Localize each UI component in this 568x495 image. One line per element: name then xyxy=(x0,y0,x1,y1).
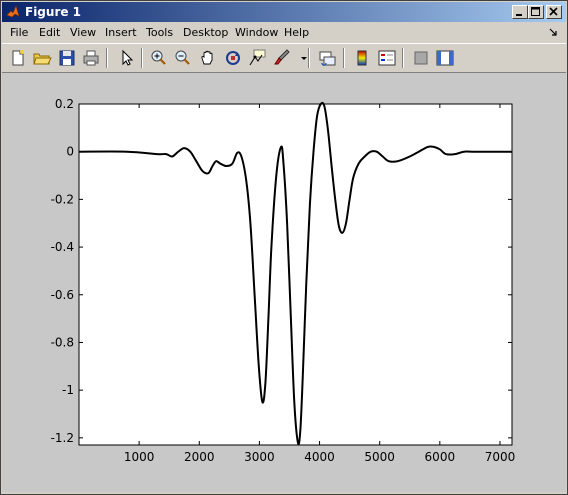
dock-arrow-icon[interactable] xyxy=(548,27,558,37)
data-cursor-icon xyxy=(249,49,266,66)
brush-button[interactable] xyxy=(272,48,292,68)
brush-icon xyxy=(274,49,290,65)
toolbar-separator xyxy=(402,48,404,68)
y-tick-label: 0.2 xyxy=(55,97,74,111)
menu-desktop[interactable]: Desktop xyxy=(183,26,228,39)
plot-svg: 1000 2000 3000 4000 5000 6000 7000 0.2 0 -0.2 -0.4… xyxy=(51,97,516,464)
close-button[interactable] xyxy=(546,5,562,19)
show-plot-tools-icon xyxy=(436,50,454,66)
pan-hand-icon xyxy=(201,50,213,65)
menu-help[interactable]: Help xyxy=(284,26,309,39)
show-plot-tools-button[interactable] xyxy=(435,48,455,68)
rotate-3d-icon xyxy=(226,51,240,65)
maximize-button[interactable] xyxy=(528,5,544,19)
colorbar-icon xyxy=(357,50,367,66)
maximize-icon xyxy=(531,7,540,16)
toolbar-separator xyxy=(141,48,143,68)
new-figure-icon xyxy=(12,50,24,66)
x-tick-label: 7000 xyxy=(485,450,516,464)
zoom-out-icon xyxy=(175,50,190,65)
y-tick-label: -0.4 xyxy=(51,240,74,254)
menu-tools[interactable]: Tools xyxy=(146,26,173,39)
menu-bar: File Edit View Insert Tools Desktop Wind… xyxy=(2,23,566,43)
zoom-in-button[interactable] xyxy=(149,48,169,68)
data-cursor-button[interactable] xyxy=(247,48,267,68)
print-button[interactable] xyxy=(81,48,101,68)
pointer-button[interactable] xyxy=(116,48,136,68)
figure-window: Figure 1 File Edit View Insert Tools Des… xyxy=(0,0,568,495)
window-title: Figure 1 xyxy=(25,5,82,19)
x-tick-label: 5000 xyxy=(364,450,395,464)
y-tick-label: -0.6 xyxy=(51,288,74,302)
x-tick-label: 6000 xyxy=(425,450,456,464)
matlab-logo-icon xyxy=(6,5,20,18)
rotate-3d-button[interactable] xyxy=(223,48,243,68)
y-tick-label: -1.2 xyxy=(51,431,74,445)
toolbar-separator xyxy=(308,48,310,68)
pointer-icon xyxy=(122,49,134,66)
menu-window[interactable]: Window xyxy=(235,26,278,39)
colorbar-button[interactable] xyxy=(352,48,372,68)
menu-view[interactable]: View xyxy=(70,26,96,39)
minimize-icon xyxy=(516,14,522,16)
minimize-button[interactable] xyxy=(512,5,528,19)
brush-dropdown[interactable] xyxy=(294,48,307,68)
legend-button[interactable] xyxy=(377,48,397,68)
menu-edit[interactable]: Edit xyxy=(39,26,60,39)
legend-icon xyxy=(378,50,396,66)
menu-file[interactable]: File xyxy=(10,26,28,39)
x-tick-label: 3000 xyxy=(244,450,275,464)
y-tick-label: -0.8 xyxy=(51,335,74,349)
open-file-button[interactable] xyxy=(32,48,52,68)
save-icon xyxy=(59,50,75,66)
close-icon xyxy=(549,7,558,16)
figure-canvas: 1000 2000 3000 4000 5000 6000 7000 0.2 0 -0.2 -0.4… xyxy=(2,73,566,492)
hide-plot-tools-icon xyxy=(414,51,428,65)
y-tick-label: -1 xyxy=(62,383,74,397)
y-tick-label: 0 xyxy=(66,145,74,159)
x-tick-label: 1000 xyxy=(124,450,155,464)
link-plot-button[interactable] xyxy=(317,48,337,68)
open-file-icon xyxy=(33,53,52,65)
link-plot-icon xyxy=(319,51,336,66)
menu-insert[interactable]: Insert xyxy=(105,26,137,39)
y-tick-label: -0.2 xyxy=(51,192,74,206)
figure-toolbar xyxy=(2,43,566,73)
chevron-down-icon xyxy=(301,57,307,60)
new-figure-button[interactable] xyxy=(8,48,28,68)
toolbar-separator xyxy=(343,48,345,68)
toolbar-separator xyxy=(106,48,108,68)
save-button[interactable] xyxy=(57,48,77,68)
zoom-out-button[interactable] xyxy=(173,48,193,68)
title-bar[interactable]: Figure 1 xyxy=(2,2,566,22)
pan-button[interactable] xyxy=(198,48,218,68)
zoom-in-icon xyxy=(151,50,166,65)
x-tick-label: 2000 xyxy=(184,450,215,464)
hide-plot-tools-button[interactable] xyxy=(411,48,431,68)
print-icon xyxy=(83,50,99,66)
x-tick-label: 4000 xyxy=(304,450,335,464)
